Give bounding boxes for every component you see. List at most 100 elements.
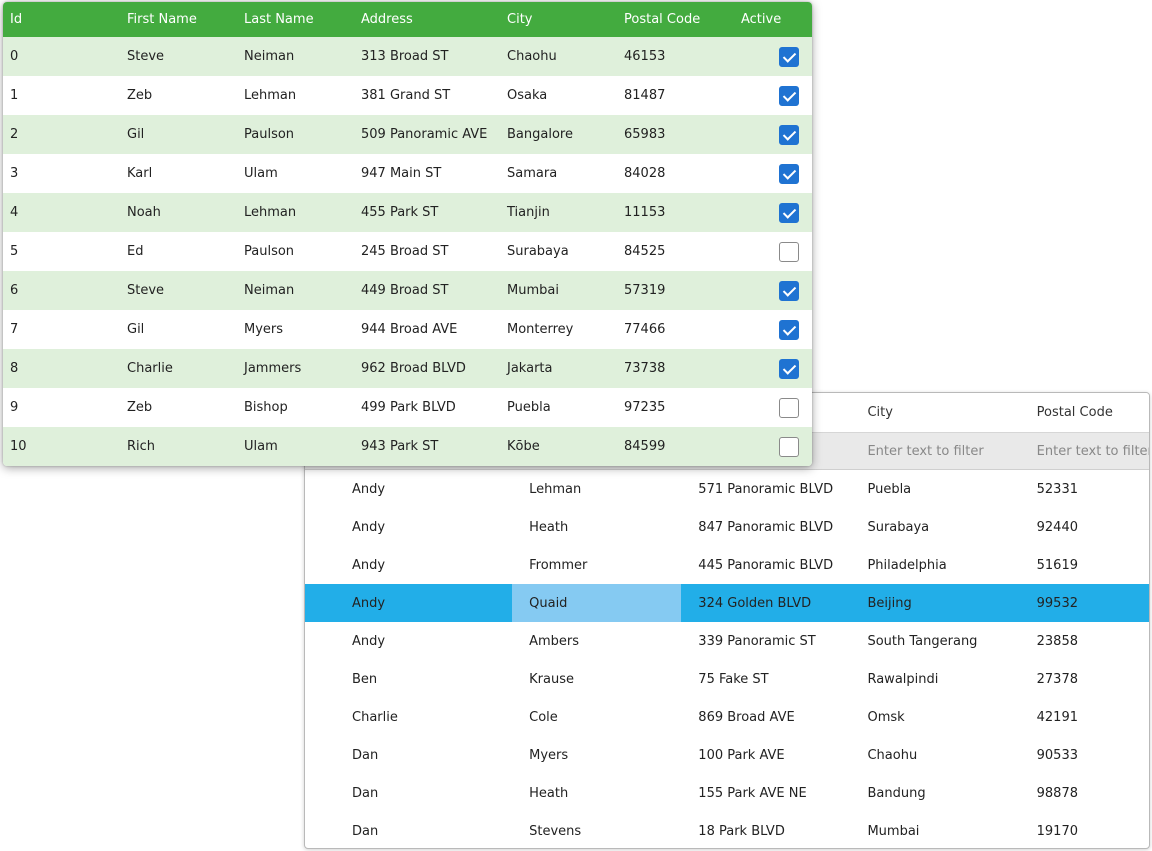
- cell-id[interactable]: 2: [3, 127, 120, 142]
- cell-city[interactable]: Omsk: [850, 698, 1019, 736]
- cell-id[interactable]: 9: [3, 400, 120, 415]
- column-header-city[interactable]: City: [500, 2, 617, 37]
- cell-last-name[interactable]: Quaid: [512, 584, 682, 622]
- table-row[interactable]: Andy Ambers 339 Panoramic ST South Tangeran…: [305, 622, 1149, 660]
- cell-address[interactable]: 100 Park AVE: [681, 736, 850, 774]
- cell-postal-code[interactable]: 92440: [1020, 508, 1149, 546]
- cell-postal-code[interactable]: 46153: [617, 49, 734, 64]
- cell-first-name[interactable]: Charlie: [120, 361, 237, 376]
- table-row[interactable]: Andy Frommer 445 Panoramic BLVD Philadelphi…: [305, 546, 1149, 584]
- cell-first-name[interactable]: Karl: [120, 166, 237, 181]
- cell-address[interactable]: 75 Fake ST: [681, 660, 850, 698]
- cell-address[interactable]: 869 Broad AVE: [681, 698, 850, 736]
- table-row[interactable]: Andy Lehman 571 Panoramic BLVD Puebla 52331: [305, 470, 1149, 508]
- cell-first-name[interactable]: Steve: [120, 283, 237, 298]
- cell-first-name[interactable]: Noah: [120, 205, 237, 220]
- cell-first-name[interactable]: Andy: [305, 622, 512, 660]
- cell-last-name[interactable]: Heath: [512, 508, 681, 546]
- cell-last-name[interactable]: Frommer: [512, 546, 681, 584]
- cell-postal-code[interactable]: 51619: [1020, 546, 1149, 584]
- cell-address[interactable]: 943 Park ST: [354, 439, 500, 454]
- cell-city[interactable]: Mumbai: [500, 283, 617, 298]
- cell-city[interactable]: Surabaya: [500, 244, 617, 259]
- cell-address[interactable]: 571 Panoramic BLVD: [681, 470, 850, 508]
- cell-postal-code[interactable]: 90533: [1020, 736, 1149, 774]
- cell-postal-code[interactable]: 57319: [617, 283, 734, 298]
- active-checkbox[interactable]: [779, 397, 799, 418]
- cell-postal-code[interactable]: 52331: [1020, 470, 1149, 508]
- table-row[interactable]: 7 Gil Myers 944 Broad AVE Monterrey 77466: [3, 310, 812, 349]
- cell-postal-code[interactable]: 42191: [1020, 698, 1149, 736]
- cell-last-name[interactable]: Myers: [512, 736, 681, 774]
- table-row[interactable]: Dan Stevens 18 Park BLVD Mumbai 19170: [305, 812, 1149, 848]
- cell-last-name[interactable]: Lehman: [237, 205, 354, 220]
- table-row[interactable]: Andy Quaid 324 Golden BLVD Beijing 99532: [305, 584, 1149, 622]
- table-row[interactable]: Ben Krause 75 Fake ST Rawalpindi 27378: [305, 660, 1149, 698]
- cell-city[interactable]: Philadelphia: [850, 546, 1019, 584]
- cell-address[interactable]: 962 Broad BLVD: [354, 361, 500, 376]
- table-row[interactable]: 5 Ed Paulson 245 Broad ST Surabaya 84525: [3, 232, 812, 271]
- cell-id[interactable]: 0: [3, 49, 120, 64]
- cell-address[interactable]: 324 Golden BLVD: [681, 584, 850, 622]
- active-checkbox[interactable]: [779, 46, 799, 67]
- cell-city[interactable]: Jakarta: [500, 361, 617, 376]
- cell-id[interactable]: 3: [3, 166, 120, 181]
- table-row[interactable]: Andy Heath 847 Panoramic BLVD Surabaya 92440: [305, 508, 1149, 546]
- cell-postal-code[interactable]: 11153: [617, 205, 734, 220]
- cell-address[interactable]: 455 Park ST: [354, 205, 500, 220]
- cell-address[interactable]: 449 Broad ST: [354, 283, 500, 298]
- cell-city[interactable]: Rawalpindi: [850, 660, 1019, 698]
- cell-city[interactable]: Bandung: [850, 774, 1019, 812]
- cell-last-name[interactable]: Paulson: [237, 244, 354, 259]
- table-row[interactable]: 2 Gil Paulson 509 Panoramic AVE Bangalore 659…: [3, 115, 812, 154]
- column-header-id[interactable]: Id: [3, 2, 120, 37]
- cell-postal-code[interactable]: 81487: [617, 88, 734, 103]
- column-header-last-name[interactable]: Last Name: [237, 2, 354, 37]
- cell-last-name[interactable]: Krause: [512, 660, 681, 698]
- cell-last-name[interactable]: Ulam: [237, 166, 354, 181]
- table-row[interactable]: Dan Myers 100 Park AVE Chaohu 90533: [305, 736, 1149, 774]
- cell-city[interactable]: Samara: [500, 166, 617, 181]
- active-checkbox[interactable]: [779, 319, 799, 340]
- cell-postal-code[interactable]: 65983: [617, 127, 734, 142]
- column-header-first-name[interactable]: First Name: [120, 2, 237, 37]
- cell-postal-code[interactable]: 98878: [1020, 774, 1149, 812]
- cell-first-name[interactable]: Gil: [120, 322, 237, 337]
- table-row[interactable]: 10 Rich Ulam 943 Park ST Kōbe 84599: [3, 427, 812, 466]
- cell-first-name[interactable]: Ben: [305, 660, 512, 698]
- cell-postal-code[interactable]: 84525: [617, 244, 734, 259]
- filter-input-city[interactable]: Enter text to filter: [850, 433, 1019, 469]
- cell-address[interactable]: 339 Panoramic ST: [681, 622, 850, 660]
- cell-last-name[interactable]: Paulson: [237, 127, 354, 142]
- cell-postal-code[interactable]: 27378: [1020, 660, 1149, 698]
- cell-postal-code[interactable]: 97235: [617, 400, 734, 415]
- cell-address[interactable]: 445 Panoramic BLVD: [681, 546, 850, 584]
- cell-address[interactable]: 155 Park AVE NE: [681, 774, 850, 812]
- cell-address[interactable]: 499 Park BLVD: [354, 400, 500, 415]
- active-checkbox[interactable]: [779, 358, 799, 379]
- cell-address[interactable]: 245 Broad ST: [354, 244, 500, 259]
- cell-postal-code[interactable]: 77466: [617, 322, 734, 337]
- cell-first-name[interactable]: Dan: [305, 736, 512, 774]
- cell-city[interactable]: Kōbe: [500, 439, 617, 454]
- cell-city[interactable]: Tianjin: [500, 205, 617, 220]
- cell-postal-code[interactable]: 23858: [1020, 622, 1149, 660]
- cell-last-name[interactable]: Bishop: [237, 400, 354, 415]
- cell-last-name[interactable]: Lehman: [512, 470, 681, 508]
- cell-id[interactable]: 7: [3, 322, 120, 337]
- active-checkbox[interactable]: [779, 163, 799, 184]
- table-row[interactable]: 3 Karl Ulam 947 Main ST Samara 84028: [3, 154, 812, 193]
- cell-id[interactable]: 8: [3, 361, 120, 376]
- cell-id[interactable]: 5: [3, 244, 120, 259]
- table-row[interactable]: 0 Steve Neiman 313 Broad ST Chaohu 46153: [3, 37, 812, 76]
- active-checkbox[interactable]: [779, 85, 799, 106]
- cell-city[interactable]: Puebla: [500, 400, 617, 415]
- cell-first-name[interactable]: Andy: [305, 546, 512, 584]
- cell-city[interactable]: Mumbai: [850, 812, 1019, 848]
- cell-first-name[interactable]: Zeb: [120, 400, 237, 415]
- cell-first-name[interactable]: Dan: [305, 812, 512, 848]
- cell-city[interactable]: Surabaya: [850, 508, 1019, 546]
- cell-first-name[interactable]: Andy: [305, 470, 512, 508]
- cell-first-name[interactable]: Gil: [120, 127, 237, 142]
- cell-last-name[interactable]: Neiman: [237, 283, 354, 298]
